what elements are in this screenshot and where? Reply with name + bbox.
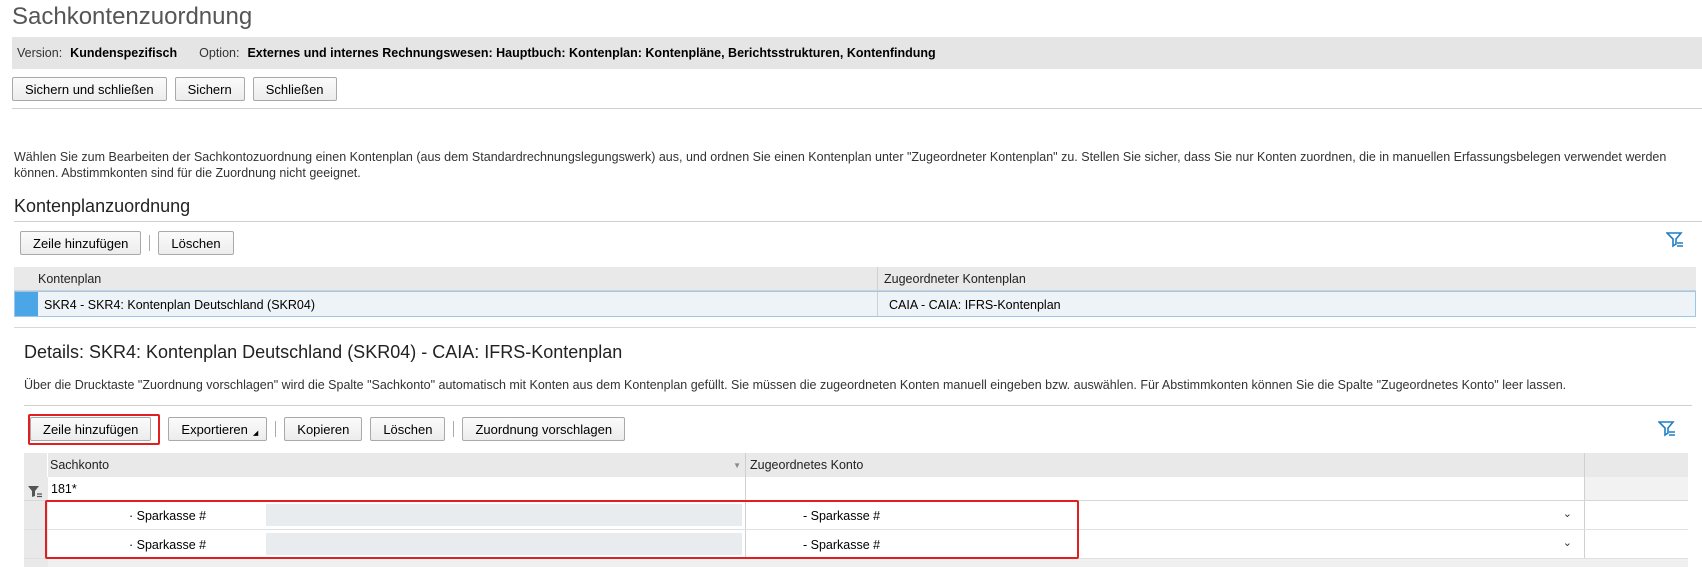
info-bar: Version: Kundenspezifisch Option: Extern… [12,37,1702,69]
option-value: Externes und internes Rechnungswesen: Ha… [247,46,936,60]
column-header-label: Sachkonto [50,458,110,472]
filter-icon [28,486,42,498]
filter-row: 181* [24,477,1688,501]
details-delete-button[interactable]: Löschen [370,417,446,441]
highlight-rows [45,500,1079,559]
column-header-sachkonto[interactable]: Sachkonto ▼ [48,453,746,477]
copy-button[interactable]: Kopieren [284,417,363,441]
details-description: Über die Drucktaste "Zuordnung vorschlag… [24,378,1567,392]
suggest-assignment-button[interactable]: Zuordnung vorschlagen [462,417,626,441]
table-row[interactable]: SKR4 - SKR4: Kontenplan Deutschland (SKR… [14,291,1696,317]
export-menu-button[interactable]: Exportieren ◢ [168,417,268,441]
row-selector[interactable] [15,292,38,316]
toolbar-divider [12,108,1702,109]
filter-spacer [1585,477,1688,500]
page-description: Wählen Sie zum Bearbeiten der Sachkontoz… [14,150,1667,180]
page-title: Sachkontenzuordnung [12,3,253,30]
delete-button[interactable]: Löschen [158,231,234,255]
menu-arrow-icon: ◢ [252,430,259,437]
version-label: Version: [17,46,63,60]
column-header-kontenplan[interactable]: Kontenplan [38,267,878,290]
kontenplan-toolbar: Zeile hinzufügen Löschen [20,231,234,255]
export-label: Exportieren [181,421,248,437]
zugeordnetes-konto-filter-input[interactable] [746,477,1585,500]
sachkonto-filter-input[interactable]: 181* [48,477,746,500]
table-header: Kontenplan Zugeordneter Kontenplan [14,267,1696,291]
chevron-down-icon[interactable]: ⌄ [1563,507,1572,520]
filter-icon[interactable] [1658,420,1676,438]
section-divider [14,221,1702,222]
save-button[interactable]: Sichern [174,77,245,101]
close-button[interactable]: Schließen [252,77,337,101]
select-all-cell[interactable] [24,453,48,477]
option-label: Option: [199,46,240,60]
version-value: Kundenspezifisch [70,46,178,60]
column-header-spacer [1585,453,1688,477]
kontenplan-table: Kontenplan Zugeordneter Kontenplan SKR4 … [14,267,1696,317]
details-title: Details: SKR4: Kontenplan Deutschland (S… [24,342,623,362]
save-and-close-button[interactable]: Sichern und schließen [12,77,167,101]
column-header-zugeordneter-kontenplan[interactable]: Zugeordneter Kontenplan [878,267,1696,290]
toolbar-separator [149,235,151,251]
main-toolbar: Sichern und schließen Sichern Schließen [12,77,337,101]
toolbar-separator [453,421,455,437]
cell-kontenplan[interactable]: SKR4 - SKR4: Kontenplan Deutschland (SKR… [38,292,878,316]
table-footer-strip [24,559,1688,567]
add-row-button[interactable]: Zeile hinzufügen [20,231,142,255]
details-divider [24,405,1692,406]
sort-indicator-icon: ▼ [733,461,741,470]
cell-zugeordneter-kontenplan[interactable]: CAIA - CAIA: IFRS-Kontenplan [878,292,1695,316]
row-spacer [1585,501,1688,529]
table-header: Sachkonto ▼ Zugeordnetes Konto [24,453,1688,477]
toolbar-separator [275,421,277,437]
highlight-add-row [28,414,160,445]
select-all-cell[interactable] [14,267,38,290]
table-divider [14,327,1696,328]
chevron-down-icon[interactable]: ⌄ [1563,536,1572,549]
column-header-zugeordnetes-konto[interactable]: Zugeordnetes Konto [746,453,1585,477]
row-spacer [1585,530,1688,558]
filter-icon[interactable] [1666,231,1684,249]
kontenplan-section-title: Kontenplanzuordnung [14,196,191,216]
filter-row-indicator [24,477,48,500]
